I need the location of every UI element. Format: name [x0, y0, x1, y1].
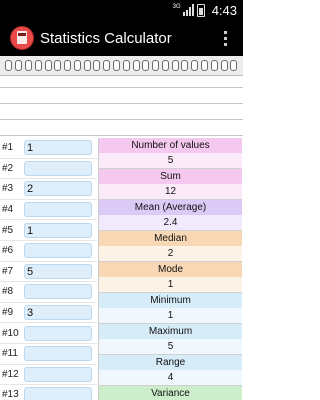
- list-item: #10: [0, 323, 97, 344]
- stat-value: 5: [99, 153, 242, 168]
- stat-sum: Sum 12: [99, 169, 242, 200]
- list-item: #9 3: [0, 303, 97, 324]
- value-index: #5: [2, 224, 14, 236]
- stat-label: Mode: [99, 262, 242, 277]
- value-input[interactable]: [24, 160, 92, 176]
- list-item: #5 1: [0, 220, 97, 241]
- overflow-menu-icon[interactable]: [217, 28, 233, 48]
- value-index: #13: [2, 389, 19, 400]
- stat-value: 2.4: [99, 215, 242, 230]
- value-input[interactable]: [24, 325, 92, 341]
- stat-label: Median: [99, 231, 242, 246]
- stat-median: Median 2: [99, 231, 242, 262]
- action-bar: Statistics Calculator: [0, 20, 243, 56]
- value-input[interactable]: 1: [24, 140, 92, 156]
- app-title: Statistics Calculator: [40, 29, 172, 47]
- list-item: #8: [0, 282, 97, 303]
- value-index: #6: [2, 245, 14, 257]
- stat-label: Sum: [99, 169, 242, 184]
- list-item: #3 2: [0, 179, 97, 200]
- value-index: #12: [2, 368, 19, 380]
- calculator-icon: [10, 26, 34, 50]
- stat-value: 1: [99, 277, 242, 292]
- value-input[interactable]: 3: [24, 305, 92, 321]
- stat-label: Number of values: [99, 138, 242, 153]
- clock: 4:43: [211, 2, 237, 18]
- stat-label: Maximum: [99, 324, 242, 339]
- value-index: #4: [2, 204, 14, 216]
- stat-label: Minimum: [99, 293, 242, 308]
- battery-icon: [196, 3, 205, 17]
- list-item: #4: [0, 200, 97, 221]
- stat-label: Range: [99, 355, 242, 370]
- value-input[interactable]: 5: [24, 263, 92, 279]
- stat-mode: Mode 1: [99, 262, 242, 293]
- value-input[interactable]: [24, 243, 92, 259]
- list-item: #12: [0, 365, 97, 386]
- value-index: #11: [2, 348, 18, 360]
- value-input[interactable]: [24, 387, 92, 400]
- value-index: #8: [2, 286, 14, 298]
- stat-label: Variance: [99, 386, 242, 400]
- value-index: #9: [2, 307, 14, 319]
- statistics-panel: Number of values 5 Sum 12 Mean (Average) 2.…: [98, 138, 242, 400]
- value-input[interactable]: [24, 366, 92, 382]
- list-item: #7 5: [0, 262, 97, 283]
- value-input[interactable]: [24, 284, 92, 300]
- value-index: #3: [2, 183, 14, 195]
- status-bar: 3G 4:43: [0, 0, 243, 20]
- spiral-binding: [0, 56, 243, 76]
- stat-value: 12: [99, 184, 242, 199]
- stat-value: 1: [99, 308, 242, 323]
- stat-maximum: Maximum 5: [99, 324, 242, 355]
- list-item: #13: [0, 385, 97, 400]
- value-input[interactable]: 2: [24, 181, 92, 197]
- list-area: #1 1 #2 #3 2 #4 #5 1 #6 #7 5 #8 #9 3 #10 #11 …: [0, 138, 243, 400]
- stat-value: 5: [99, 339, 242, 354]
- stat-value: 2: [99, 246, 242, 261]
- list-item: #1 1: [0, 138, 97, 159]
- stat-label: Mean (Average): [99, 200, 242, 215]
- stat-value: 4: [99, 370, 242, 385]
- value-index: #10: [2, 327, 19, 339]
- value-index: #7: [2, 265, 14, 277]
- signal-icon: 3G: [173, 4, 194, 16]
- stat-count: Number of values 5: [99, 138, 242, 169]
- list-item: #2: [0, 159, 97, 180]
- stat-mean: Mean (Average) 2.4: [99, 200, 242, 231]
- stat-variance: Variance: [99, 386, 242, 400]
- network-type: 3G: [172, 4, 181, 10]
- values-list: #1 1 #2 #3 2 #4 #5 1 #6 #7 5 #8 #9 3 #10 #11 …: [0, 138, 97, 400]
- stat-minimum: Minimum 1: [99, 293, 242, 324]
- value-index: #2: [2, 162, 14, 174]
- value-input[interactable]: [24, 346, 92, 362]
- value-index: #1: [2, 142, 14, 154]
- notepad-area: [0, 56, 243, 138]
- list-item: #6: [0, 241, 97, 262]
- stat-range: Range 4: [99, 355, 242, 386]
- list-item: #11: [0, 344, 97, 365]
- value-input[interactable]: 1: [24, 222, 92, 238]
- value-input[interactable]: [24, 202, 92, 218]
